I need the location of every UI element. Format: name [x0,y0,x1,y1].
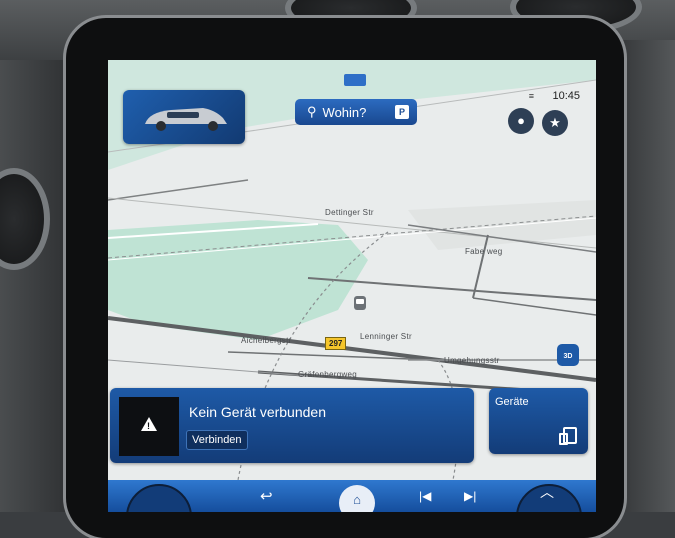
signal-icon: ≡ [528,91,534,101]
car-icon [145,108,227,131]
clock: 10:45 [552,90,580,102]
street-label-aichelberg: Aichelbergstr [241,336,292,345]
bottom-navigation-bar: ↩ ⌂ |◀ ▶| ︿ [108,480,596,512]
search-icon: ⚲ [307,104,317,119]
home-button[interactable]: ⌂ [339,485,375,512]
interior-trim-left [0,60,75,512]
devices-label: Geräte [495,396,529,408]
next-track-icon[interactable]: ▶| [464,489,476,503]
warning-mark: ! [147,421,150,431]
destination-search-button[interactable]: ⚲ Wohin? P [295,99,417,125]
notification-title: Kein Gerät verbunden [189,404,326,420]
infotainment-screen: Dettinger Str Fabe weg Aichelbergstr 297… [108,60,596,512]
profile-button[interactable]: ● [508,108,534,134]
profile-icon: ● [517,113,525,128]
search-label: Wohin? [322,104,367,120]
vehicle-position-marker [354,296,366,310]
street-label-fabeweg: Fabe weg [465,247,503,256]
no-device-notification[interactable]: ! Kein Gerät verbunden Verbinden [110,388,474,463]
home-icon: ⌂ [353,492,361,507]
street-label-graefenberg: Gräfenbergweg [298,370,358,379]
street-label-lenninger: Lenninger Str [360,332,412,341]
view-3d-button[interactable]: 3D [557,344,579,366]
street-label-dettinger: Dettinger Str [325,208,374,217]
phone-devices-icon [559,427,577,445]
view-mode-label: 3D [563,353,573,360]
road-number-badge: 297 [325,337,347,350]
devices-button[interactable]: Geräte [489,388,588,454]
vehicle-card[interactable] [123,90,245,144]
connect-button[interactable]: Verbinden [186,430,248,450]
previous-track-icon[interactable]: |◀ [419,489,431,503]
bottom-left-control[interactable] [126,484,192,512]
favorites-button[interactable]: ★ [542,110,568,136]
warning-icon-box: ! [119,397,179,456]
back-icon[interactable]: ↩ [260,487,273,505]
chevron-up-icon[interactable]: ︿ [540,482,554,502]
street-label-umgehung: Umgehungsstr [444,356,500,365]
pull-down-handle[interactable] [344,74,366,86]
parking-badge: P [395,105,409,119]
star-icon: ★ [549,115,561,130]
